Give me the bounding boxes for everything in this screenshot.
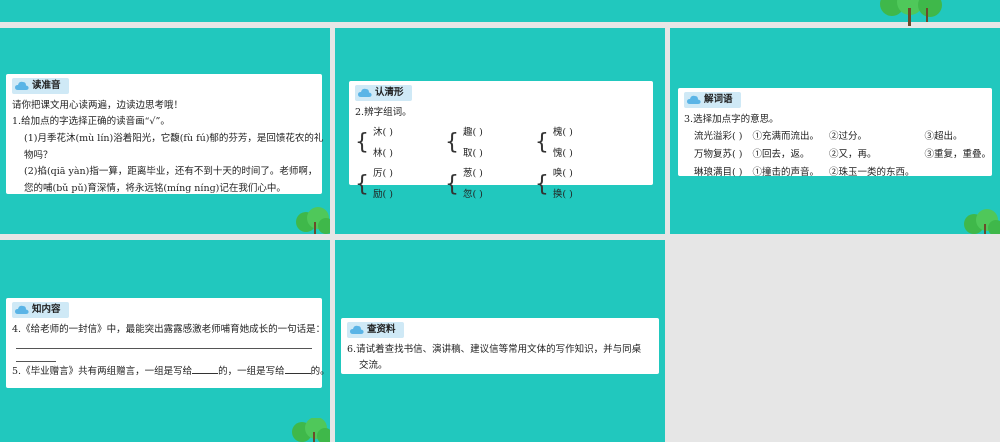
answer-line-short bbox=[16, 351, 56, 363]
slide-research: 查资料 6.请试着查找书信、演讲稿、建议信等常用文体的写作知识，并与同桌 交流。 bbox=[335, 240, 665, 442]
section-tag: 认清形 bbox=[355, 85, 412, 101]
answer-line bbox=[16, 338, 312, 350]
section-tag: 知内容 bbox=[12, 302, 69, 318]
question-1-2a: (2)掐(qiā yàn)指一算，距离毕业，还有不到十天的时间了。老师啊， bbox=[24, 166, 318, 178]
section-tag-label: 读准音 bbox=[32, 80, 61, 91]
slide-characters: 认清形 2.辨字组词。 { 沐( ) { 趣( ) { 槐( ) 林( ) 取( bbox=[335, 28, 665, 234]
group-item: 愧( ) bbox=[552, 147, 573, 159]
slide-pronunciation: 读准音 请你把课文用心读两遍，边读边思考哦！ 1.给加点的字选择正确的读音画“√… bbox=[0, 28, 330, 234]
group-item: 取( ) bbox=[462, 147, 483, 159]
table-row: 流光溢彩( ) ①充满而流出。 ②过分。 ③超出。 bbox=[694, 131, 963, 143]
brace-icon: { bbox=[534, 172, 549, 198]
table-row: 琳琅满目( ) ①撞击的声音。 ②珠玉一类的东西。 bbox=[694, 167, 915, 179]
tree-icon bbox=[292, 418, 330, 442]
question-1-2b: 您的哺(bǔ pǔ)育深情，将永远铭(míng níng)记在我们心中。 bbox=[24, 182, 286, 194]
question-5: 5.《毕业赠言》共有两组赠言，一组是写给 的，一组是写给 的。 bbox=[12, 366, 330, 378]
tree-icon bbox=[964, 209, 1000, 234]
brace-icon: { bbox=[355, 130, 369, 156]
group-item: 槐( ) bbox=[552, 126, 573, 138]
tree-icon bbox=[880, 0, 942, 26]
cloud-icon bbox=[15, 305, 29, 314]
group-item: 趣( ) bbox=[462, 126, 483, 138]
group-item: 励( ) bbox=[373, 189, 393, 201]
answer-blank bbox=[192, 373, 219, 375]
section-tag-label: 知内容 bbox=[32, 304, 61, 315]
brace-icon: { bbox=[355, 172, 369, 198]
question-1: 1.给加点的字选择正确的读音画“√”。 bbox=[12, 116, 170, 128]
group-item: 葱( ) bbox=[462, 168, 483, 180]
research-card: 查资料 6.请试着查找书信、演讲稿、建议信等常用文体的写作知识，并与同桌 交流。 bbox=[341, 318, 659, 374]
section-tag: 查资料 bbox=[347, 322, 404, 338]
question-6: 6.请试着查找书信、演讲稿、建议信等常用文体的写作知识，并与同桌 bbox=[347, 343, 642, 355]
group-item: 唤( ) bbox=[552, 168, 573, 180]
character-groups: { 沐( ) { 趣( ) { 槐( ) 林( ) 取( ) 愧( ) {厉(… bbox=[355, 122, 577, 206]
group-item: 沐( ) bbox=[373, 126, 393, 138]
cloud-icon bbox=[15, 81, 29, 90]
section-tag: 读准音 bbox=[12, 78, 69, 94]
group-item: 忽( ) bbox=[462, 189, 483, 201]
section-tag-label: 查资料 bbox=[367, 324, 396, 335]
cloud-icon bbox=[687, 95, 701, 104]
brace-icon: { bbox=[534, 130, 549, 156]
question-6-cont: 交流。 bbox=[359, 360, 388, 372]
group-item: 换( ) bbox=[552, 189, 573, 201]
slide-content: 知内容 4.《给老师的一封信》中，最能突出露露感激老师哺育她成长的一句话是： 5… bbox=[0, 240, 330, 442]
pronunciation-card: 读准音 请你把课文用心读两遍，边读边思考哦！ 1.给加点的字选择正确的读音画“√… bbox=[6, 74, 324, 194]
question-4: 4.《给老师的一封信》中，最能突出露露感激老师哺育她成长的一句话是： bbox=[12, 323, 326, 335]
word-meaning-table: 流光溢彩( ) ①充满而流出。 ②过分。 ③超出。 万物复苏( ) ①回去，返。… bbox=[694, 128, 1000, 182]
group-item: 厉( ) bbox=[373, 168, 393, 180]
top-banner bbox=[0, 0, 1000, 22]
vocabulary-card: 解词语 3.选择加点字的意思。 流光溢彩( ) ①充满而流出。 ②过分。 ③超出… bbox=[678, 88, 992, 178]
brace-icon: { bbox=[444, 130, 459, 156]
section-tag: 解词语 bbox=[684, 92, 741, 108]
brace-icon: { bbox=[444, 172, 459, 198]
table-row: 万物复苏( ) ①回去，返。 ②又，再。 ③重复，重叠。 bbox=[694, 149, 991, 161]
section-tag-label: 认清形 bbox=[375, 87, 404, 98]
section-tag-label: 解词语 bbox=[704, 94, 733, 105]
question-1-1b: 物吗？ bbox=[24, 149, 53, 161]
answer-blank bbox=[284, 373, 311, 375]
question-1-1a: (1)月季花沐(mù lín)浴着阳光，它馥(fù fú)郁的芬芳，是回馈花农的… bbox=[24, 132, 324, 144]
cloud-icon bbox=[350, 325, 364, 334]
characters-card: 认清形 2.辨字组词。 { 沐( ) { 趣( ) { 槐( ) 林( ) 取( bbox=[349, 81, 653, 200]
question-3: 3.选择加点字的意思。 bbox=[684, 113, 779, 125]
cloud-icon bbox=[358, 88, 372, 97]
question-2: 2.辨字组词。 bbox=[355, 106, 412, 118]
group-item: 林( ) bbox=[373, 147, 393, 159]
instruction-text: 请你把课文用心读两遍，边读边思考哦！ bbox=[12, 99, 184, 111]
slide-vocabulary: 解词语 3.选择加点字的意思。 流光溢彩( ) ①充满而流出。 ②过分。 ③超出… bbox=[670, 28, 1000, 234]
content-card: 知内容 4.《给老师的一封信》中，最能突出露露感激老师哺育她成长的一句话是： 5… bbox=[6, 298, 330, 388]
tree-icon bbox=[296, 207, 330, 234]
